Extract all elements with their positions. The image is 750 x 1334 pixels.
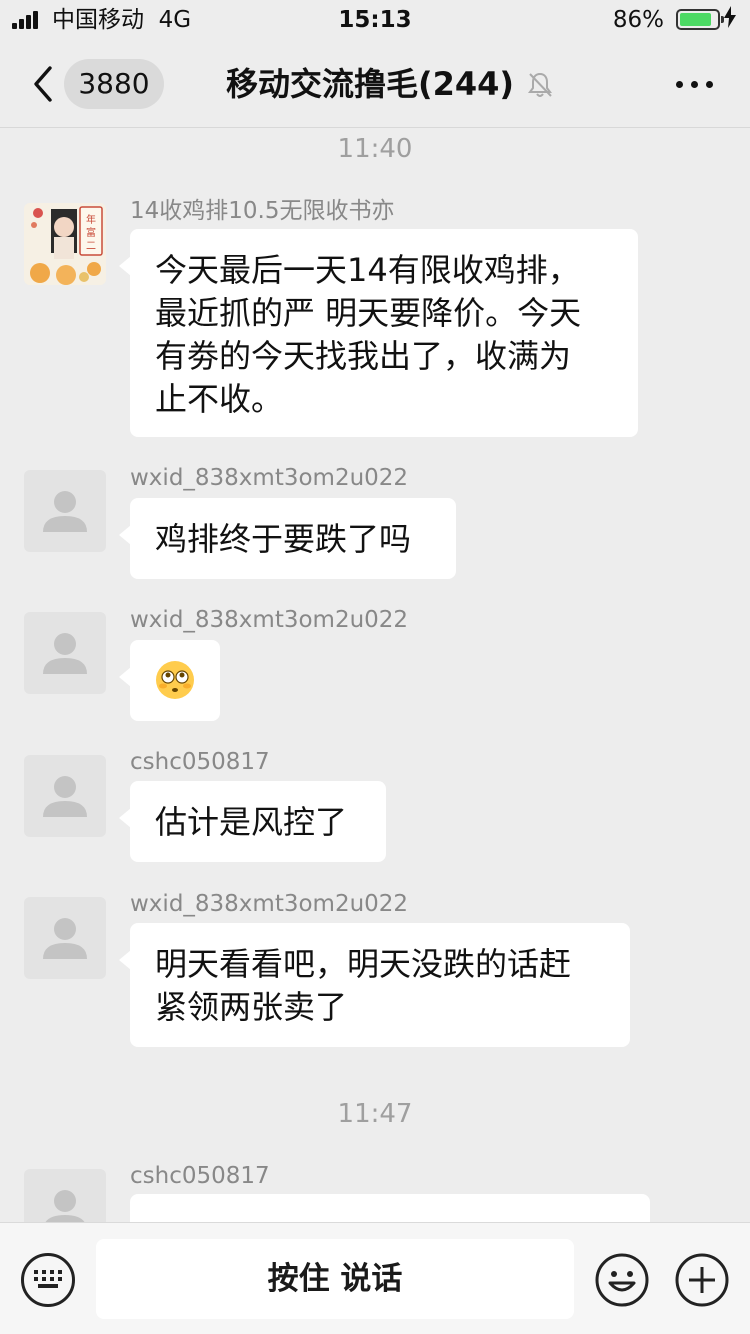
message-line: 最近抓的严 明天要降价。今天	[155, 294, 582, 332]
message-line: 紧领两张卖了	[155, 988, 348, 1026]
more-dots-icon[interactable]	[668, 68, 720, 100]
plus-icon[interactable]	[675, 1253, 729, 1307]
avatar[interactable]	[24, 470, 106, 552]
timestamp: 11:47	[337, 1099, 413, 1129]
message-bubble[interactable]: 今天最后一天14有限收鸡排， 最近抓的严 明天要降价。今天 有劵的今天找我出了，…	[119, 229, 638, 437]
sender-name: wxid_838xmt3om2u022	[130, 465, 409, 491]
input-bar: 按住 说话	[0, 1222, 750, 1334]
svg-text:二: 二	[86, 241, 96, 252]
keyboard-icon[interactable]	[21, 1253, 75, 1307]
message-line: 今天最后一天14有限收鸡排，	[155, 251, 580, 289]
message-text: 鸡排终于要跌了吗	[155, 520, 412, 558]
avatar[interactable]	[24, 755, 106, 837]
avatar[interactable]	[24, 1169, 106, 1222]
default-avatar-icon	[43, 776, 87, 817]
default-avatar-icon	[43, 918, 87, 959]
message-bubble[interactable]	[119, 1194, 650, 1222]
timestamp: 11:40	[337, 134, 413, 164]
message-bubble[interactable]: 估计是风控了	[119, 781, 386, 862]
sender-name: wxid_838xmt3om2u022	[130, 607, 409, 633]
sender-name: wxid_838xmt3om2u022	[130, 891, 409, 917]
battery-fill	[680, 13, 711, 26]
default-avatar-icon	[43, 491, 87, 532]
avatar[interactable]	[24, 612, 106, 694]
message-list[interactable]: 11:40 年 富 二 14收鸡排10.5无限收书亦 今天最后一天14有限收鸡排…	[0, 128, 750, 1222]
battery-percent: 86%	[612, 7, 664, 33]
sender-name: cshc050817	[130, 1163, 270, 1189]
chat-title: 移动交流撸毛(244)	[226, 65, 515, 103]
default-avatar-icon	[45, 1190, 85, 1222]
flushed-face-emoji	[156, 661, 194, 699]
hold-to-talk-button[interactable]: 按住 说话	[96, 1239, 574, 1319]
svg-text:富: 富	[86, 226, 96, 239]
charging-icon	[724, 6, 736, 36]
battery-icon	[676, 9, 724, 30]
avatar[interactable]: 年 富 二	[24, 203, 106, 285]
chevron-left-icon[interactable]	[30, 64, 56, 104]
message-text: 估计是风控了	[155, 803, 348, 841]
unread-count-badge[interactable]: 3880	[64, 59, 164, 109]
sender-name: cshc050817	[130, 749, 270, 775]
default-avatar-icon	[43, 633, 87, 674]
svg-text:年: 年	[86, 213, 96, 226]
message-line: 止不收。	[155, 380, 284, 418]
chat-header: 3880 移动交流撸毛(244)	[0, 40, 750, 128]
status-bar: 中国移动 4G 15:13 86%	[0, 0, 750, 40]
bell-off-icon	[526, 71, 554, 103]
message-bubble[interactable]: 明天看看吧，明天没跌的话赶 紧领两张卖了	[119, 923, 630, 1047]
message-bubble[interactable]: 鸡排终于要跌了吗	[119, 498, 456, 579]
message-line: 明天看看吧，明天没跌的话赶	[155, 945, 572, 983]
emoji-icon[interactable]	[595, 1253, 649, 1307]
sender-name: 14收鸡排10.5无限收书亦	[130, 198, 395, 224]
message-bubble[interactable]	[119, 640, 220, 721]
message-line: 有劵的今天找我出了，收满为	[155, 337, 572, 375]
avatar[interactable]	[24, 897, 106, 979]
